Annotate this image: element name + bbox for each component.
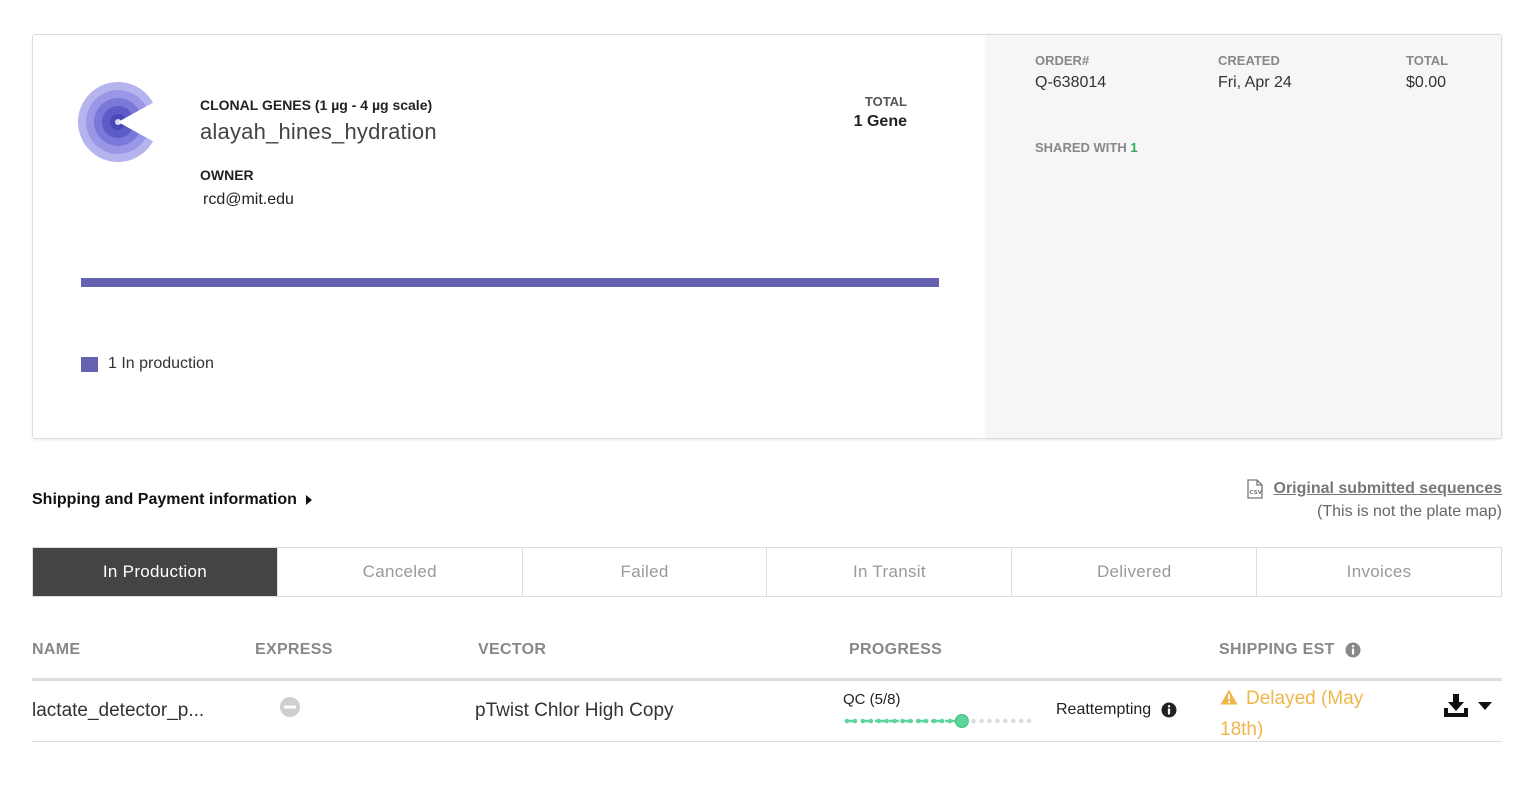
- qc-step-dot: [979, 718, 984, 724]
- qc-current-step: [954, 714, 969, 728]
- original-sequences-row: CSV Original submitted sequences: [1246, 479, 1503, 499]
- order-total-value: $0.00: [1406, 74, 1447, 91]
- shipping-estimate-text: Delayed (May 18th): [1220, 688, 1364, 740]
- warning-icon: [1220, 689, 1238, 705]
- status-tabs: In Production Canceled Failed In Transit…: [32, 547, 1502, 597]
- qc-step-dot: [971, 718, 976, 724]
- qc-step-dot: [884, 718, 889, 724]
- created-value: Fri, Apr 24: [1218, 74, 1292, 91]
- status-info-icon[interactable]: [1161, 702, 1177, 718]
- tab-failed[interactable]: Failed: [523, 548, 768, 596]
- order-number-label: ORDER#: [1035, 53, 1090, 68]
- order-summary: CLONAL GENES (1 µg - 4 µg scale) alayah_…: [33, 35, 987, 438]
- qc-step-dot: [1018, 718, 1024, 724]
- qc-progress-track: [844, 714, 1032, 728]
- order-name: alayah_hines_hydration: [200, 119, 437, 144]
- qc-step-dot: [892, 718, 897, 724]
- tab-invoices[interactable]: Invoices: [1257, 548, 1501, 596]
- gene-name[interactable]: lactate_detector_p...: [32, 700, 232, 722]
- qc-step-dot: [1026, 718, 1032, 724]
- svg-text:CSV: CSV: [1249, 490, 1262, 496]
- production-status-label: Reattempting: [1056, 701, 1152, 718]
- column-shipping-est: SHIPPING EST: [1219, 641, 1361, 659]
- tab-in-transit[interactable]: In Transit: [767, 548, 1013, 596]
- twist-logo-icon: [78, 82, 158, 162]
- qc-step-dot: [844, 718, 850, 724]
- owner-email: rcd@mit.edu: [203, 191, 294, 208]
- shared-with-label: SHARED WITH: [1035, 140, 1127, 155]
- qc-step-dot: [852, 718, 858, 724]
- qc-step-dot: [987, 718, 992, 724]
- qc-step-dot: [915, 718, 921, 724]
- shipping-estimate: Delayed (May 18th): [1220, 683, 1410, 745]
- qc-label: QC (5/8): [843, 691, 901, 708]
- qc-step-dot: [947, 718, 953, 724]
- qc-step-dot: [995, 718, 1000, 724]
- created-label: CREATED: [1218, 53, 1280, 68]
- qc-step-dot: [868, 718, 874, 724]
- order-meta-panel: ORDER# Q-638014 CREATED Fri, Apr 24 TOTA…: [987, 35, 1501, 438]
- vector-name: pTwist Chlor High Copy: [475, 700, 674, 721]
- order-created: CREATED Fri, Apr 24: [1218, 53, 1292, 92]
- qc-step-dot: [908, 718, 913, 724]
- tab-in-production[interactable]: In Production: [33, 548, 278, 596]
- gene-total-label: TOTAL: [864, 94, 907, 109]
- production-legend: 1 In production: [81, 355, 214, 373]
- shipping-payment-label: Shipping and Payment information: [32, 491, 297, 508]
- shipping-payment-toggle[interactable]: Shipping and Payment information: [32, 491, 312, 509]
- original-sequences: CSV Original submitted sequences (This i…: [1246, 479, 1503, 521]
- gene-total-value: 1 Gene: [853, 113, 907, 130]
- chevron-down-icon[interactable]: [1478, 702, 1492, 710]
- legend-label: 1 In production: [108, 355, 214, 372]
- qc-step-dot: [923, 718, 929, 724]
- legend-swatch: [81, 356, 98, 372]
- production-progress-bar: [81, 278, 939, 287]
- qc-step-dot: [931, 718, 937, 724]
- not-express-icon: [280, 697, 300, 717]
- shared-with-count: 1: [1130, 140, 1138, 155]
- qc-step-dot: [860, 718, 866, 724]
- qc-step-dot: [939, 718, 945, 724]
- qc-step-dot: [900, 718, 905, 724]
- gene-total: TOTAL 1 Gene: [854, 94, 907, 131]
- order-type: CLONAL GENES (1 µg - 4 µg scale): [200, 97, 433, 113]
- order-number-value: Q-638014: [1035, 74, 1107, 91]
- tab-delivered[interactable]: Delivered: [1012, 548, 1258, 596]
- csv-file-icon[interactable]: CSV: [1246, 479, 1264, 499]
- original-sequences-link[interactable]: Original submitted sequences: [1274, 480, 1503, 498]
- plate-map-note: (This is not the plate map): [1317, 503, 1502, 520]
- order-total: TOTAL $0.00: [1406, 53, 1448, 92]
- production-status: Reattempting: [1056, 701, 1177, 719]
- qc-step-dot: [876, 718, 881, 724]
- column-progress[interactable]: PROGRESS: [849, 641, 942, 659]
- owner-label: OWNER: [200, 167, 254, 183]
- qc-step-dot: [1003, 718, 1008, 724]
- qc-step-dot: [1010, 718, 1016, 724]
- download-icon[interactable]: [1442, 693, 1470, 719]
- order-card: CLONAL GENES (1 µg - 4 µg scale) alayah_…: [32, 34, 1502, 439]
- column-vector[interactable]: VECTOR: [478, 641, 546, 659]
- tab-canceled[interactable]: Canceled: [278, 548, 523, 596]
- download-menu[interactable]: [1442, 693, 1492, 719]
- info-icon[interactable]: [1345, 642, 1361, 658]
- column-express[interactable]: EXPRESS: [255, 641, 333, 659]
- caret-right-icon: [305, 495, 312, 505]
- table-row[interactable]: lactate_detector_p... pTwist Chlor High …: [32, 681, 1502, 742]
- shared-with[interactable]: SHARED WITH 1: [1035, 140, 1138, 155]
- order-total-label: TOTAL: [1406, 53, 1449, 68]
- column-shipping-est-label[interactable]: SHIPPING EST: [1219, 641, 1335, 659]
- order-number: ORDER# Q-638014: [1035, 53, 1106, 92]
- table-header: NAME EXPRESS VECTOR PROGRESS SHIPPING ES…: [32, 637, 1502, 681]
- column-name[interactable]: NAME: [32, 641, 80, 659]
